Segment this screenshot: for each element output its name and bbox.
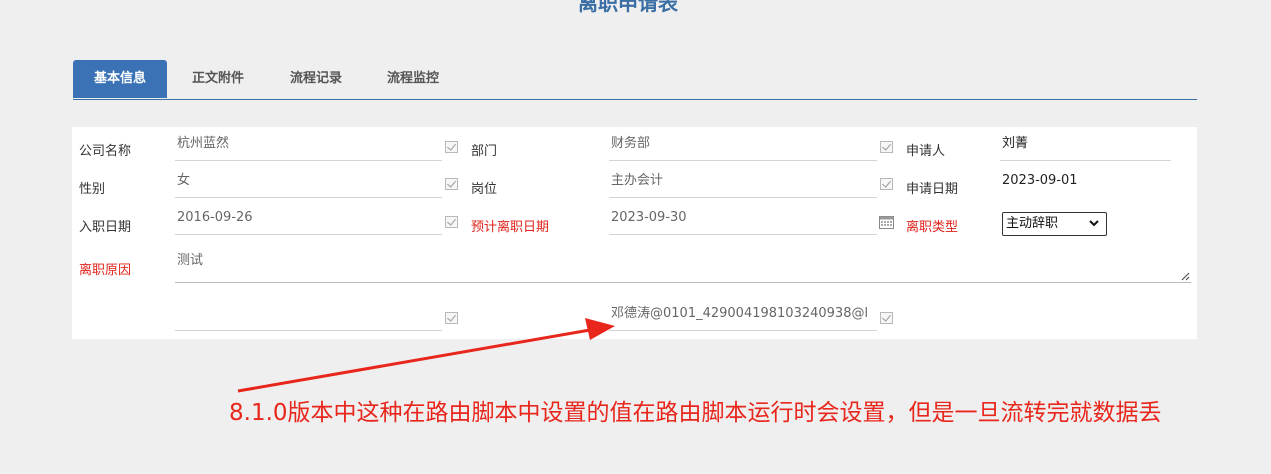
annotation-text: 8.1.0版本中这种在路由脚本中设置的值在路由脚本运行时会设置，但是一旦流转完就… bbox=[229, 400, 1162, 426]
